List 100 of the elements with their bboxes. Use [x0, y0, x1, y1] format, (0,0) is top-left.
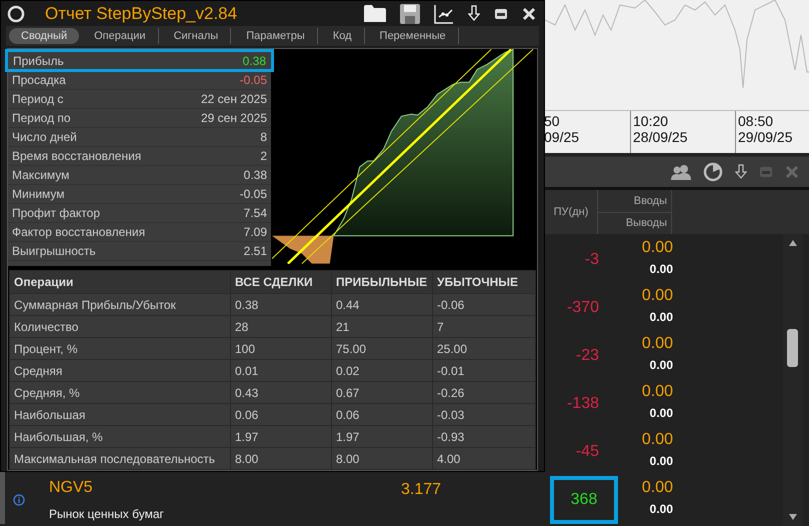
- stat-value: 0.38: [242, 54, 266, 68]
- table-cell-text: -45: [574, 442, 600, 462]
- table-cell: 0.00: [642, 335, 673, 353]
- stat-value: 2.51: [244, 244, 267, 258]
- table-cell: 0.06: [230, 404, 332, 426]
- stat-label: Прибыль: [13, 54, 64, 68]
- table-cell: Наибольшая: [10, 404, 230, 426]
- scroll-down-icon[interactable]: [789, 514, 797, 520]
- stat-value: 2: [260, 149, 267, 163]
- stat-value: 0.38: [244, 168, 267, 182]
- table-cell: Средняя: [10, 360, 230, 382]
- chart-icon[interactable]: [434, 4, 454, 24]
- time-label: 08:50: [738, 113, 774, 129]
- stat-value: 8: [260, 130, 267, 144]
- download-icon[interactable]: [735, 164, 747, 180]
- market-name: Рынок ценных бумаг: [49, 507, 165, 521]
- table-cell: 0.00: [642, 479, 673, 497]
- table-cell: 0.00: [650, 406, 673, 420]
- table-cell: Максимальная последовательность: [10, 448, 230, 470]
- table-cell: -0.01: [432, 360, 536, 382]
- table-cell: 0.44: [332, 294, 432, 316]
- table-cell: 0.00: [642, 431, 673, 449]
- stat-label: Минимум: [12, 187, 65, 201]
- table-cell: 8.00: [230, 448, 332, 470]
- stat-value: 7.54: [244, 206, 267, 220]
- table-cell: 8.00: [332, 448, 432, 470]
- scroll-up-icon[interactable]: [789, 240, 797, 246]
- table-cell: 0.01: [230, 360, 332, 382]
- table-cell: 28: [230, 316, 332, 338]
- table-cell: 0.00: [642, 287, 673, 305]
- table-cell: 0.00: [650, 454, 673, 468]
- table-cell: -0.26: [432, 382, 536, 404]
- scroll-thumb[interactable]: [787, 329, 798, 367]
- table-cell: 0.00: [650, 262, 673, 276]
- column-header: Операции: [10, 270, 230, 294]
- column-header: Выводы: [624, 216, 668, 232]
- table-cell: 0.43: [230, 382, 332, 404]
- circle-icon: [7, 4, 25, 22]
- stat-label: Период с: [12, 92, 64, 106]
- table-cell: 75.00: [332, 338, 432, 360]
- price-value: 3.177: [401, 481, 442, 499]
- stat-label: Профит фактор: [12, 206, 100, 220]
- table-cell: Количество: [10, 316, 230, 338]
- minimize-icon[interactable]: [494, 8, 508, 20]
- stat-value: 7.09: [244, 225, 267, 239]
- stat-value: 29 сен 2025: [200, 111, 267, 125]
- stat-label: Время восстановления: [12, 149, 142, 163]
- date-label: 29/09/25: [738, 129, 794, 145]
- time-label: 50: [544, 113, 561, 129]
- folder-icon[interactable]: [364, 5, 386, 22]
- tab[interactable]: Операции: [82, 28, 159, 44]
- users-icon[interactable]: [671, 164, 691, 180]
- stat-label: Число дней: [12, 130, 77, 144]
- table-cell: 21: [332, 316, 432, 338]
- table-cell: -0.03: [432, 404, 536, 426]
- table-cell: 100: [230, 338, 332, 360]
- table-cell: -0.93: [432, 426, 536, 448]
- tab[interactable]: Код: [320, 28, 365, 44]
- stat-value: -0.05: [240, 187, 267, 201]
- tab[interactable]: Сводный: [9, 28, 80, 44]
- table-cell: 368: [550, 476, 618, 524]
- stat-label: Фактор восстановления: [12, 225, 146, 239]
- stat-value: -0.05: [240, 73, 267, 87]
- column-header: УБЫТОЧНЫЕ: [432, 270, 536, 294]
- table-cell: 0.38: [230, 294, 332, 316]
- tab[interactable]: Параметры: [234, 28, 318, 44]
- table-cell: 0.00: [650, 358, 673, 372]
- window-title: Отчет StepByStep_v2.84: [45, 4, 238, 24]
- tab[interactable]: Переменные: [368, 28, 459, 44]
- date-label: 28/09/25: [633, 129, 688, 145]
- stat-label: Выигрышность: [12, 244, 96, 258]
- table-cell: 0.06: [332, 404, 432, 426]
- table-cell: 0.00: [650, 502, 673, 516]
- date-label: 09/25: [544, 129, 580, 145]
- table-cell-text: -138: [566, 394, 600, 414]
- column-header: ПРИБЫЛЬНЫЕ: [332, 270, 432, 294]
- table-cell: Суммарная Прибыль/Убыток: [10, 294, 230, 316]
- table-cell-text: -23: [574, 346, 600, 366]
- tab[interactable]: Сигналы: [162, 28, 232, 44]
- table-cell: 0.00: [650, 310, 673, 324]
- table-cell: 1.97: [332, 426, 432, 448]
- stat-label: Период по: [12, 111, 71, 125]
- timer-icon[interactable]: [703, 162, 723, 182]
- table-cell: -0.06: [432, 294, 536, 316]
- stat-value: 22 сен 2025: [200, 92, 267, 106]
- info-icon[interactable]: [13, 494, 25, 506]
- table-cell: 4.00: [432, 448, 536, 470]
- table-cell-text: -3: [584, 250, 600, 270]
- table-cell: 25.00: [432, 338, 536, 360]
- column-header: ВСЕ СДЕЛКИ: [230, 270, 332, 294]
- table-cell: 7: [432, 316, 536, 338]
- save-icon[interactable]: [400, 4, 420, 24]
- table-cell: Средняя, %: [10, 382, 230, 404]
- ticker-name: NGV5: [49, 479, 94, 497]
- scrollbar[interactable]: [783, 234, 803, 526]
- stat-label: Просадка: [12, 73, 66, 87]
- table-cell: Наибольшая, %: [10, 426, 230, 448]
- table-cell: 0.00: [642, 239, 673, 257]
- time-label: 10:20: [633, 113, 670, 129]
- table-cell: 0.02: [332, 360, 432, 382]
